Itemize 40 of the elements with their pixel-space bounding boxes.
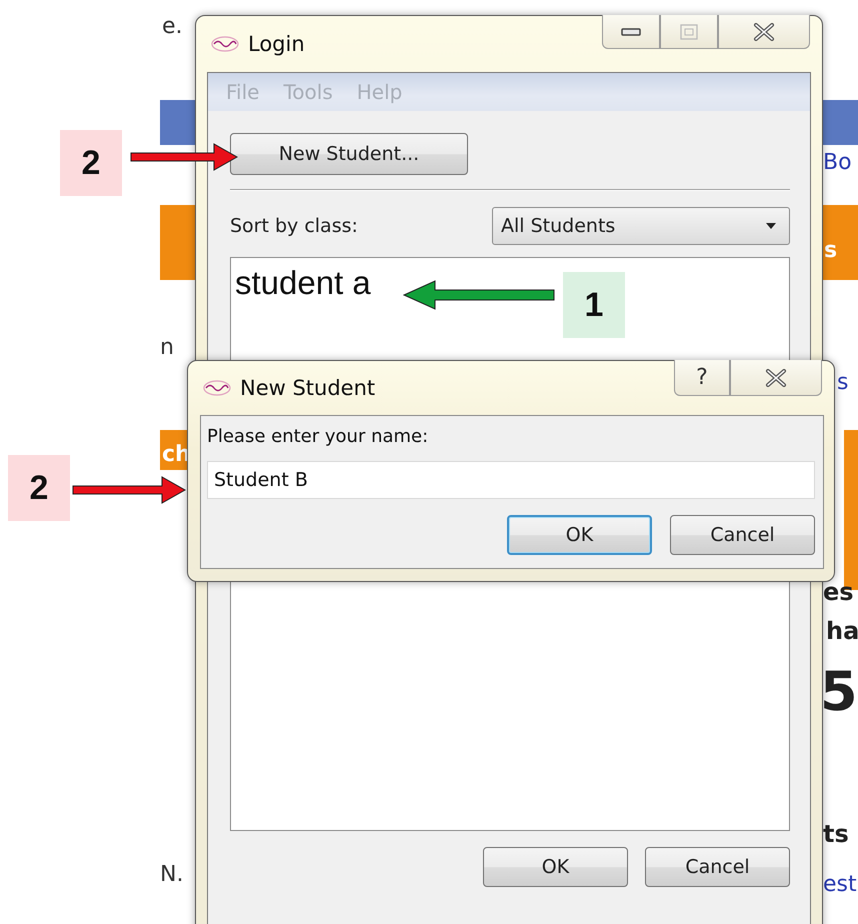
dropdown-arrow-icon — [765, 222, 777, 230]
page-text: 5 — [820, 660, 858, 723]
arrow-icon — [130, 141, 238, 173]
cancel-button[interactable]: Cancel — [670, 515, 815, 555]
close-button[interactable] — [718, 15, 810, 49]
page-text: e. — [162, 14, 183, 39]
page-text: es — [823, 578, 854, 606]
page-text: N. — [160, 862, 184, 887]
new-student-button[interactable]: New Student... — [230, 133, 468, 175]
student-list-item[interactable]: student a — [235, 264, 371, 302]
close-icon — [765, 368, 787, 386]
sort-label: Sort by class: — [230, 215, 358, 237]
name-prompt: Please enter your name: — [207, 426, 430, 447]
page-text: ts — [823, 820, 849, 848]
page-text[interactable]: s — [837, 370, 848, 395]
help-button[interactable]: ? — [674, 360, 730, 396]
app-logo-icon — [202, 378, 232, 396]
dialog-button[interactable]: OK — [483, 847, 628, 887]
close-button[interactable] — [730, 360, 822, 396]
page-text: n — [160, 335, 174, 360]
step-number-label: 1 — [563, 272, 625, 338]
close-icon — [753, 22, 775, 40]
page-text: s — [824, 238, 838, 263]
minimize-button[interactable] — [602, 15, 660, 49]
page-text[interactable]: Bo — [823, 150, 852, 175]
arrow-icon — [72, 474, 186, 506]
page-text: ha — [826, 617, 858, 645]
step-number-label: 2 — [60, 130, 122, 196]
arrow-icon — [403, 279, 555, 311]
window-title: Login — [248, 32, 305, 56]
name-input-field[interactable]: Student B — [207, 461, 815, 499]
page-text[interactable]: est — [823, 872, 857, 897]
app-logo-icon — [210, 35, 240, 53]
ok-button[interactable]: OK — [507, 515, 652, 555]
class-dropdown[interactable]: All Students — [492, 207, 790, 245]
maximize-icon — [680, 24, 698, 40]
dialog-title: New Student — [240, 376, 376, 400]
dialog-button[interactable]: Cancel — [645, 847, 790, 887]
step-number-label: 2 — [8, 455, 70, 521]
minimize-icon — [621, 26, 641, 36]
